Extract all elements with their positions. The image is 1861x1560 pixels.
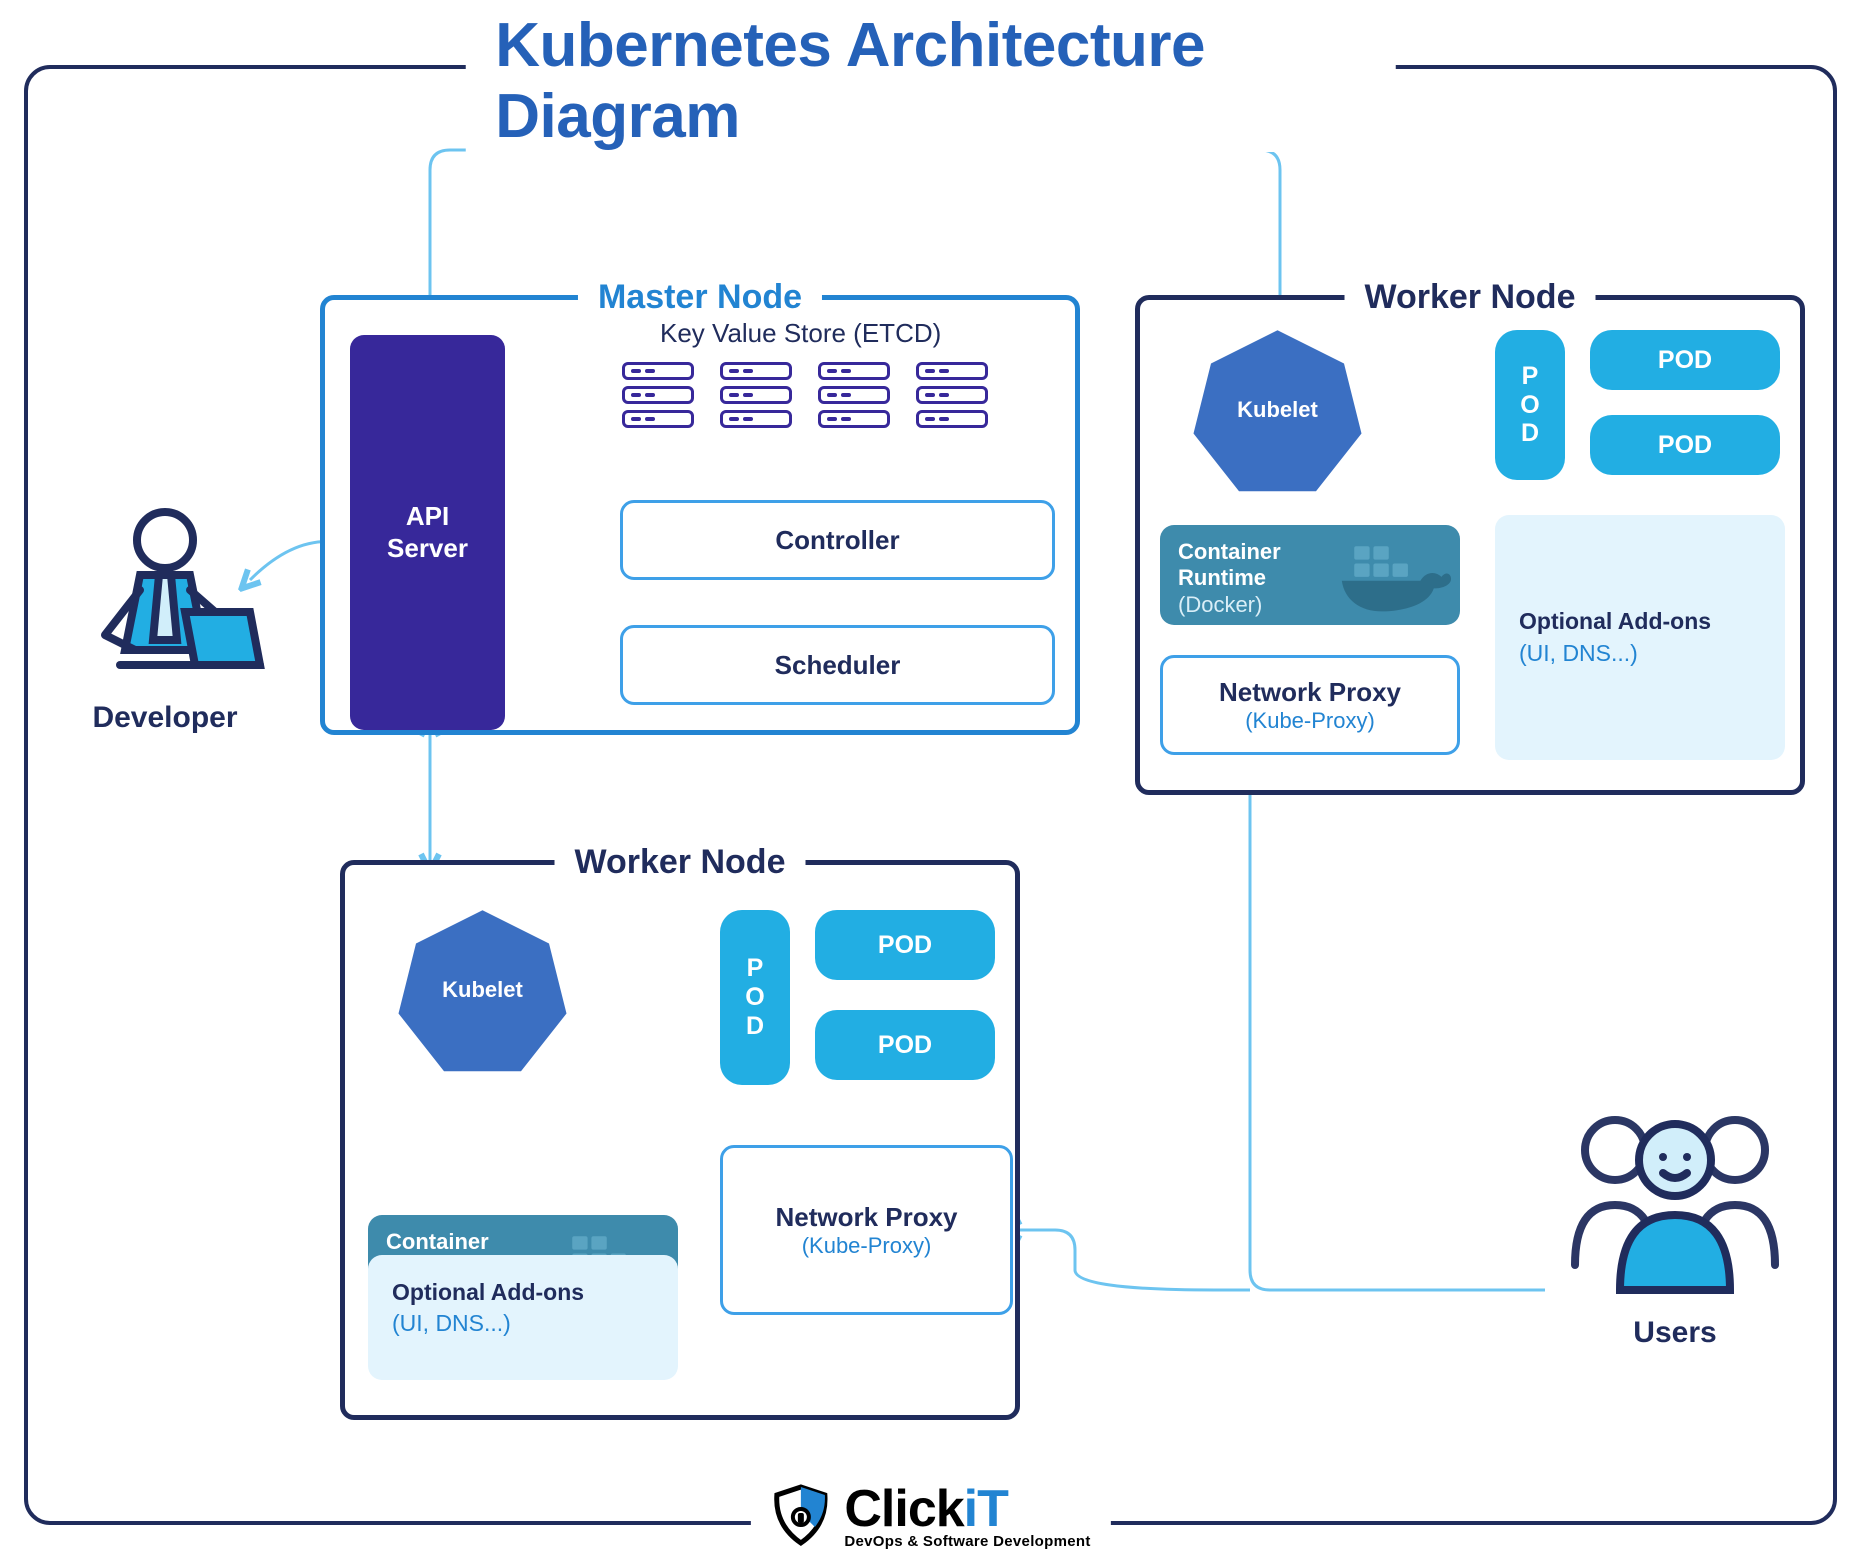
scheduler-box: Scheduler	[620, 625, 1055, 705]
docker-icon	[1337, 535, 1452, 615]
pod-1-h1: POD	[1590, 330, 1780, 390]
developer-label: Developer	[55, 701, 275, 735]
addons-2-sub: (UI, DNS...)	[392, 1308, 654, 1339]
etcd-stack-icon	[720, 362, 792, 446]
controller-box: Controller	[620, 500, 1055, 580]
network-proxy-1: Network Proxy (Kube-Proxy)	[1160, 655, 1460, 755]
netproxy-1-sub: (Kube-Proxy)	[1245, 708, 1375, 734]
kubelet-1: Kubelet	[1190, 325, 1365, 495]
addons-2: Optional Add-ons (UI, DNS...)	[368, 1255, 678, 1380]
users-label: Users	[1545, 1316, 1805, 1350]
master-node-title: Master Node	[578, 278, 822, 317]
brand-logo: ClickiT DevOps & Software Development	[750, 1479, 1110, 1550]
netproxy-2-label: Network Proxy	[775, 1202, 957, 1233]
api-server: API Server	[350, 335, 505, 730]
etcd-label: Key Value Store (ETCD)	[660, 318, 941, 349]
addons-1-sub: (UI, DNS...)	[1519, 638, 1761, 669]
netproxy-1-label: Network Proxy	[1219, 677, 1401, 708]
pod-2-h1: POD	[815, 910, 995, 980]
pod-2-vertical: P O D	[720, 910, 790, 1085]
pod-2-h2: POD	[815, 1010, 995, 1080]
logo-tagline: DevOps & Software Development	[844, 1533, 1090, 1550]
etcd-stack-icon	[622, 362, 694, 446]
etcd-stack-icon	[916, 362, 988, 446]
shield-icon	[770, 1483, 830, 1547]
worker-node-1-title: Worker Node	[1345, 278, 1596, 317]
netproxy-2-sub: (Kube-Proxy)	[802, 1233, 932, 1259]
addons-1-label: Optional Add-ons	[1519, 606, 1761, 637]
users-icon: Users	[1545, 1095, 1805, 1350]
logo-name-a: Click	[844, 1480, 963, 1538]
pod-1-h2: POD	[1590, 415, 1780, 475]
container-runtime-1: Container Runtime (Docker)	[1160, 525, 1460, 625]
etcd-stack-icon	[818, 362, 890, 446]
logo-name-b: iT	[964, 1480, 1008, 1538]
network-proxy-2: Network Proxy (Kube-Proxy)	[720, 1145, 1013, 1315]
addons-1: Optional Add-ons (UI, DNS...)	[1495, 515, 1785, 760]
scheduler-label: Scheduler	[775, 650, 901, 681]
kubelet-2: Kubelet	[395, 905, 570, 1075]
developer-icon: Developer	[55, 500, 275, 735]
page-title: Kubernetes Architecture Diagram	[465, 10, 1396, 152]
controller-label: Controller	[775, 525, 899, 556]
kubelet-2-label: Kubelet	[442, 977, 523, 1003]
pod-1-vertical: P O D	[1495, 330, 1565, 480]
worker-node-2-title: Worker Node	[555, 843, 806, 882]
kubelet-1-label: Kubelet	[1237, 397, 1318, 423]
addons-2-label: Optional Add-ons	[392, 1277, 654, 1308]
